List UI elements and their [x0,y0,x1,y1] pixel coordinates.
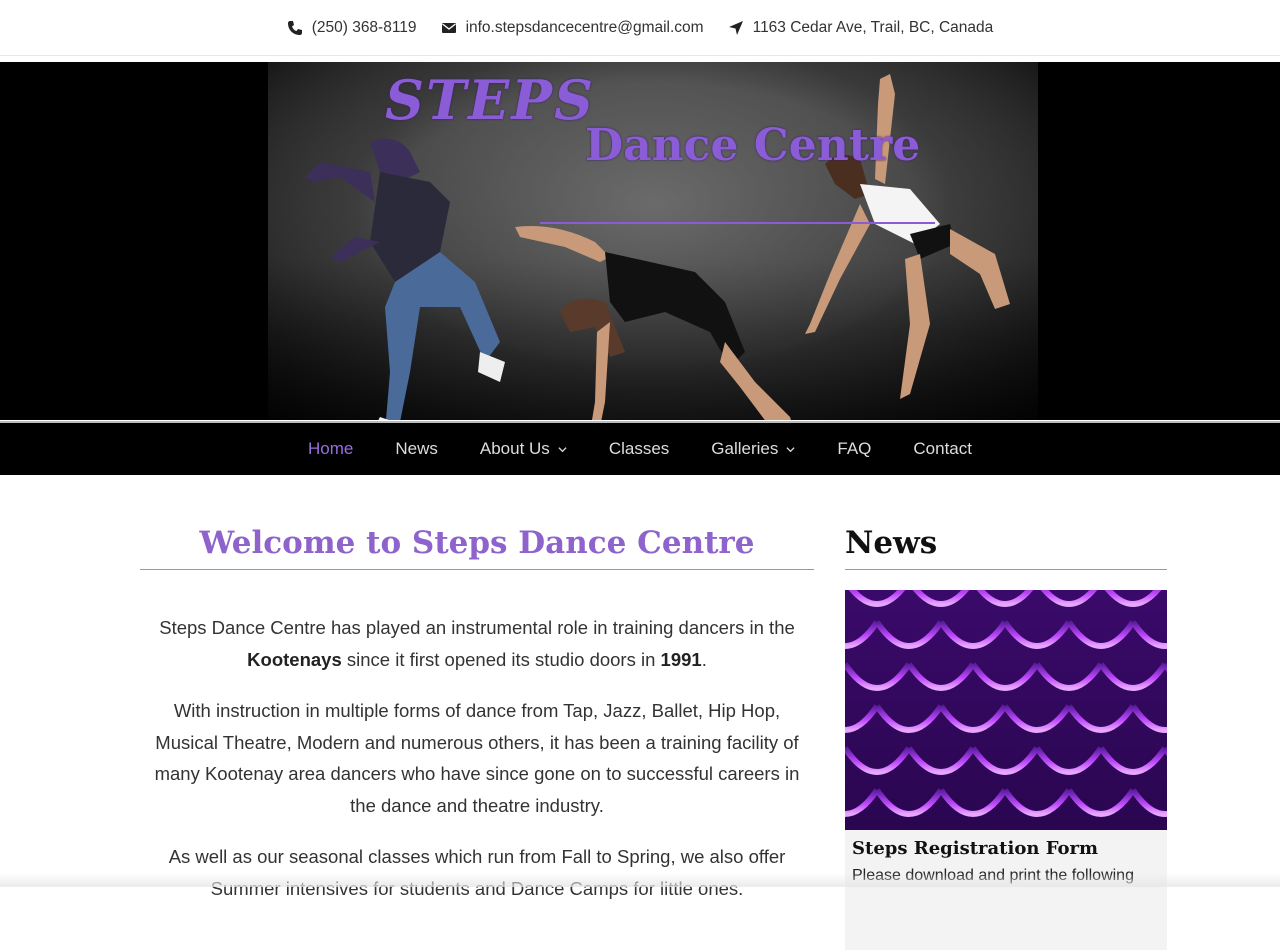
logo-underline [540,222,935,224]
page-title: Welcome to Steps Dance Centre [140,525,814,570]
contemporary-dancer-image [515,226,791,420]
nav-galleries-label[interactable]: Galleries [711,439,778,459]
phone-text[interactable]: (250) 368-8119 [312,19,417,37]
logo-dance-centre: Dance Centre [585,120,921,171]
news-heading: News [845,525,1167,570]
nav-classes[interactable]: Classes [588,439,690,459]
main-area: Welcome to Steps Dance Centre Steps Danc… [0,475,1280,950]
intro-text-c: since it first opened its studio doors i… [341,648,661,670]
nav-contact[interactable]: Contact [892,439,993,459]
stage-curtain-image[interactable] [845,590,1167,830]
main-nav: Home News About Us Classes Galleries FAQ… [0,421,1280,475]
nav-classes-label[interactable]: Classes [609,439,669,459]
location-arrow-icon [728,20,743,35]
header-banner[interactable]: STEPS Dance Centre [0,62,1280,420]
nav-galleries[interactable]: Galleries [690,439,816,459]
nav-about-label[interactable]: About Us [480,439,550,459]
contact-email[interactable]: info.stepsdancecentre@gmail.com [441,19,704,37]
nav-home[interactable]: Home [287,439,374,459]
intro-text-e: . [701,648,707,670]
nav-news[interactable]: News [374,439,459,459]
nav-about-us[interactable]: About Us [459,439,588,459]
news-post-card[interactable]: Steps Registration Form Please download … [845,830,1167,950]
nav-news-label[interactable]: News [395,439,438,459]
email-link[interactable]: info.stepsdancecentre@gmail.com [466,19,704,37]
contact-address[interactable]: 1163 Cedar Ave, Trail, BC, Canada [728,19,994,37]
logo-steps: STEPS [385,68,595,132]
news-post-title[interactable]: Steps Registration Form [852,838,1160,859]
nav-home-label[interactable]: Home [308,439,353,459]
intro-kootenays: Kootenays [247,648,342,670]
nav-faq[interactable]: FAQ [816,439,892,459]
contact-phone[interactable]: (250) 368-8119 [287,19,417,37]
bottom-fade [0,873,1280,887]
contact-bar: (250) 368-8119 info.stepsdancecentre@gma… [0,0,1280,56]
intro-year: 1991 [660,648,702,670]
nav-faq-label[interactable]: FAQ [837,439,871,459]
hiphop-dancer-image [305,138,505,420]
address-text[interactable]: 1163 Cedar Ave, Trail, BC, Canada [753,19,994,37]
intro-paragraph: Steps Dance Centre has played an instrum… [140,612,814,675]
phone-icon [287,20,302,35]
intro-text-a: Steps Dance Centre has played an instrum… [159,617,795,638]
envelope-icon [441,22,456,33]
chevron-down-icon[interactable] [786,445,795,454]
welcome-section: Welcome to Steps Dance Centre Steps Danc… [140,525,814,904]
nav-contact-label[interactable]: Contact [913,439,972,459]
chevron-down-icon[interactable] [558,445,567,454]
instruction-paragraph: With instruction in multiple forms of da… [154,700,800,816]
